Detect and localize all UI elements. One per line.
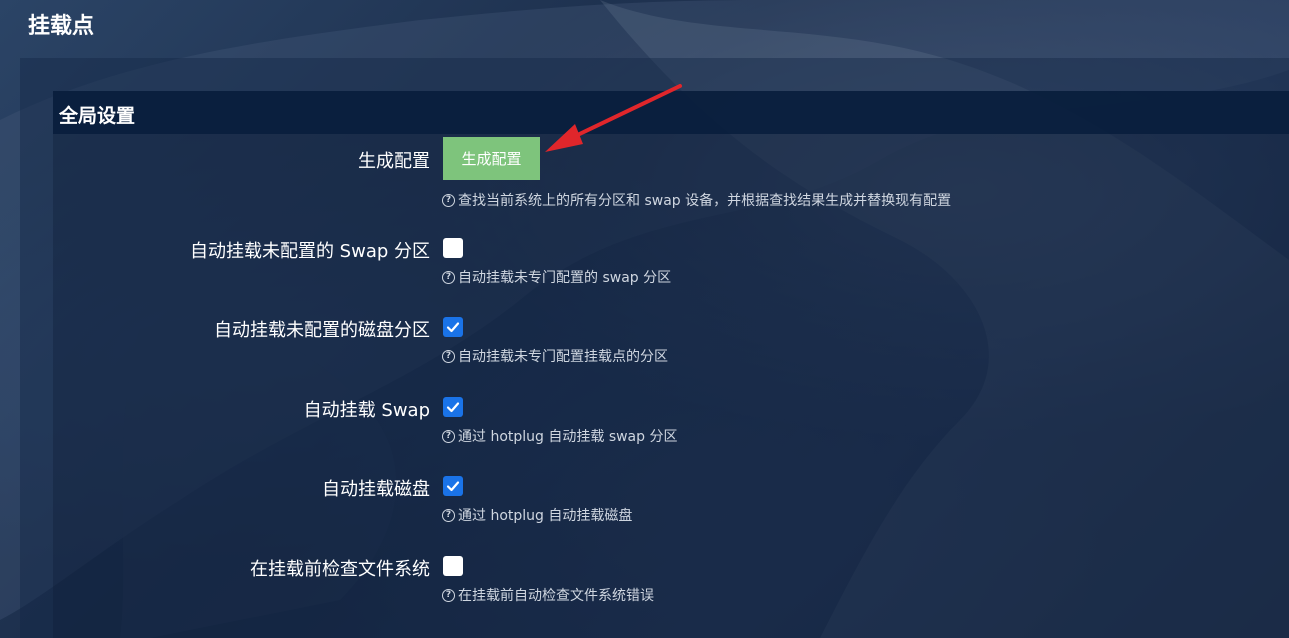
- auto-mount-unconfigured-checkbox[interactable]: [443, 317, 463, 337]
- auto-swap-unconfigured-checkbox[interactable]: [443, 238, 463, 258]
- help-text: 自动挂载未专门配置挂载点的分区: [458, 349, 668, 365]
- option-help: ? 在挂载前自动检查文件系统错误: [442, 585, 654, 605]
- checkmark-icon: [446, 322, 460, 333]
- question-circle-icon: ?: [442, 349, 455, 363]
- option-row-auto-swap: 自动挂载 Swap ? 通过 hotplug 自动挂载 swap 分区: [53, 396, 1289, 456]
- option-row-auto-swap-unconfigured: 自动挂载未配置的 Swap 分区 ? 自动挂载未专门配置的 swap 分区: [53, 237, 1289, 297]
- check-fs-checkbox[interactable]: [443, 556, 463, 576]
- red-arrow-annotation: [545, 84, 682, 152]
- help-text: 查找当前系统上的所有分区和 swap 设备，并根据查找结果生成并替换现有配置: [458, 193, 952, 209]
- option-label: 自动挂载磁盘: [322, 479, 430, 500]
- generate-config-help: ? 查找当前系统上的所有分区和 swap 设备，并根据查找结果生成并替换现有配置: [442, 190, 951, 210]
- section-title: 全局设置: [59, 105, 136, 127]
- option-help: ? 自动挂载未专门配置挂载点的分区: [442, 346, 668, 366]
- option-label: 自动挂载 Swap: [303, 400, 430, 421]
- help-text: 在挂载前自动检查文件系统错误: [458, 588, 654, 604]
- question-circle-icon: ?: [442, 508, 455, 522]
- help-text: 通过 hotplug 自动挂载 swap 分区: [458, 429, 678, 445]
- auto-mount-checkbox[interactable]: [443, 476, 463, 496]
- question-circle-icon: ?: [442, 270, 455, 284]
- help-text: 自动挂载未专门配置的 swap 分区: [458, 270, 672, 286]
- option-help: ? 自动挂载未专门配置的 swap 分区: [442, 267, 671, 287]
- option-row-check-fs: 在挂载前检查文件系统 ? 在挂载前自动检查文件系统错误: [53, 555, 1289, 615]
- question-circle-icon: ?: [442, 193, 455, 207]
- option-row-auto-mount-unconfigured: 自动挂载未配置的磁盘分区 ? 自动挂载未专门配置挂载点的分区: [53, 316, 1289, 376]
- auto-swap-checkbox[interactable]: [443, 397, 463, 417]
- option-label: 在挂载前检查文件系统: [250, 559, 430, 580]
- page-title: 挂载点: [28, 14, 95, 39]
- option-row-auto-mount: 自动挂载磁盘 ? 通过 hotplug 自动挂载磁盘: [53, 475, 1289, 535]
- checkmark-icon: [446, 402, 460, 413]
- option-help: ? 通过 hotplug 自动挂载 swap 分区: [442, 426, 677, 446]
- option-label: 自动挂载未配置的 Swap 分区: [189, 241, 430, 262]
- option-help: ? 通过 hotplug 自动挂载磁盘: [442, 505, 632, 525]
- checkmark-icon: [446, 481, 460, 492]
- question-circle-icon: ?: [442, 429, 455, 443]
- option-label: 自动挂载未配置的磁盘分区: [214, 320, 430, 341]
- question-circle-icon: ?: [442, 588, 455, 602]
- help-text: 通过 hotplug 自动挂载磁盘: [458, 508, 633, 524]
- generate-config-label: 生成配置: [358, 151, 430, 172]
- generate-config-button[interactable]: 生成配置: [443, 137, 540, 180]
- global-settings-section: 全局设置 生成配置 生成配置 ? 查找当前系统上的所有分区和 swap 设备，并…: [53, 91, 1289, 638]
